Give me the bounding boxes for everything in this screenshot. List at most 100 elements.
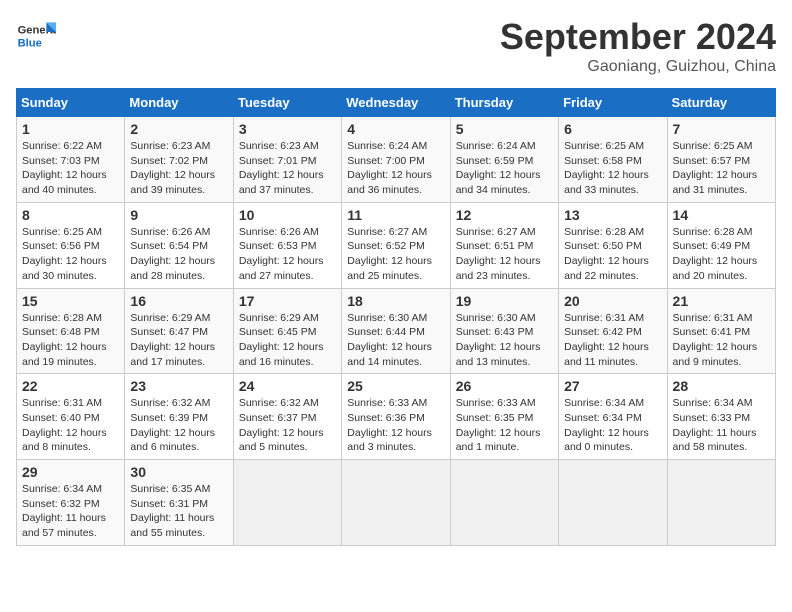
- day-info: Sunrise: 6:34 AM Sunset: 6:34 PM Dayligh…: [564, 396, 661, 455]
- calendar-cell: [667, 460, 775, 546]
- calendar-cell: 10 Sunrise: 6:26 AM Sunset: 6:53 PM Dayli…: [233, 202, 341, 288]
- calendar-cell: 11 Sunrise: 6:27 AM Sunset: 6:52 PM Dayli…: [342, 202, 450, 288]
- calendar-cell: 13Sunrise: 6:28 AM Sunset: 6:50 PM Dayli…: [559, 202, 667, 288]
- logo: General Blue: [16, 16, 60, 56]
- calendar-week-3: 15 Sunrise: 6:28 AM Sunset: 6:48 PM Dayli…: [17, 288, 776, 374]
- day-number: 17: [239, 293, 336, 309]
- day-number: 15: [22, 293, 119, 309]
- day-number: 9: [130, 207, 227, 223]
- day-number: 1: [22, 121, 119, 137]
- calendar-cell: 8 Sunrise: 6:25 AM Sunset: 6:56 PM Daylig…: [17, 202, 125, 288]
- day-number: 30: [130, 464, 227, 480]
- month-title: September 2024: [500, 16, 776, 58]
- day-info: Sunrise: 6:24 AM Sunset: 6:59 PM Dayligh…: [456, 139, 553, 198]
- calendar-cell: 23 Sunrise: 6:32 AM Sunset: 6:39 PM Dayli…: [125, 374, 233, 460]
- day-info: Sunrise: 6:31 AM Sunset: 6:41 PM Dayligh…: [673, 311, 770, 370]
- day-info: Sunrise: 6:27 AM Sunset: 6:51 PM Dayligh…: [456, 225, 553, 284]
- day-info: Sunrise: 6:23 AM Sunset: 7:02 PM Dayligh…: [130, 139, 227, 198]
- day-number: 29: [22, 464, 119, 480]
- day-number: 22: [22, 378, 119, 394]
- day-info: Sunrise: 6:30 AM Sunset: 6:44 PM Dayligh…: [347, 311, 444, 370]
- column-header-tuesday: Tuesday: [233, 89, 341, 117]
- calendar-cell: 2 Sunrise: 6:23 AM Sunset: 7:02 PM Daylig…: [125, 117, 233, 203]
- column-header-sunday: Sunday: [17, 89, 125, 117]
- day-number: 2: [130, 121, 227, 137]
- day-number: 5: [456, 121, 553, 137]
- calendar-week-2: 8 Sunrise: 6:25 AM Sunset: 6:56 PM Daylig…: [17, 202, 776, 288]
- day-number: 23: [130, 378, 227, 394]
- column-header-saturday: Saturday: [667, 89, 775, 117]
- day-info: Sunrise: 6:33 AM Sunset: 6:36 PM Dayligh…: [347, 396, 444, 455]
- calendar-cell: 25 Sunrise: 6:33 AM Sunset: 6:36 PM Dayli…: [342, 374, 450, 460]
- calendar-cell: 21 Sunrise: 6:31 AM Sunset: 6:41 PM Dayli…: [667, 288, 775, 374]
- calendar-cell: 18 Sunrise: 6:30 AM Sunset: 6:44 PM Dayli…: [342, 288, 450, 374]
- calendar-cell: [233, 460, 341, 546]
- day-number: 21: [673, 293, 770, 309]
- calendar-cell: 24Sunrise: 6:32 AM Sunset: 6:37 PM Dayli…: [233, 374, 341, 460]
- day-info: Sunrise: 6:28 AM Sunset: 6:49 PM Dayligh…: [673, 225, 770, 284]
- calendar-header-row: SundayMondayTuesdayWednesdayThursdayFrid…: [17, 89, 776, 117]
- day-info: Sunrise: 6:28 AM Sunset: 6:48 PM Dayligh…: [22, 311, 119, 370]
- calendar-cell: 6 Sunrise: 6:25 AM Sunset: 6:58 PM Daylig…: [559, 117, 667, 203]
- calendar-table: SundayMondayTuesdayWednesdayThursdayFrid…: [16, 88, 776, 546]
- day-number: 4: [347, 121, 444, 137]
- calendar-cell: 20 Sunrise: 6:31 AM Sunset: 6:42 PM Dayli…: [559, 288, 667, 374]
- calendar-cell: 29Sunrise: 6:34 AM Sunset: 6:32 PM Dayli…: [17, 460, 125, 546]
- day-number: 19: [456, 293, 553, 309]
- day-number: 20: [564, 293, 661, 309]
- day-info: Sunrise: 6:29 AM Sunset: 6:45 PM Dayligh…: [239, 311, 336, 370]
- page-header: General Blue September 2024 Gaoniang, Gu…: [16, 16, 776, 76]
- day-number: 3: [239, 121, 336, 137]
- calendar-cell: 1 Sunrise: 6:22 AM Sunset: 7:03 PM Daylig…: [17, 117, 125, 203]
- location: Gaoniang, Guizhou, China: [500, 58, 776, 76]
- day-info: Sunrise: 6:25 AM Sunset: 6:57 PM Dayligh…: [673, 139, 770, 198]
- calendar-cell: 27Sunrise: 6:34 AM Sunset: 6:34 PM Dayli…: [559, 374, 667, 460]
- day-info: Sunrise: 6:33 AM Sunset: 6:35 PM Dayligh…: [456, 396, 553, 455]
- day-info: Sunrise: 6:35 AM Sunset: 6:31 PM Dayligh…: [130, 482, 227, 541]
- day-info: Sunrise: 6:25 AM Sunset: 6:56 PM Dayligh…: [22, 225, 119, 284]
- column-header-thursday: Thursday: [450, 89, 558, 117]
- calendar-cell: 22 Sunrise: 6:31 AM Sunset: 6:40 PM Dayli…: [17, 374, 125, 460]
- day-number: 6: [564, 121, 661, 137]
- calendar-cell: 30 Sunrise: 6:35 AM Sunset: 6:31 PM Dayli…: [125, 460, 233, 546]
- day-info: Sunrise: 6:32 AM Sunset: 6:39 PM Dayligh…: [130, 396, 227, 455]
- title-block: September 2024 Gaoniang, Guizhou, China: [500, 16, 776, 76]
- day-number: 28: [673, 378, 770, 394]
- calendar-week-1: 1 Sunrise: 6:22 AM Sunset: 7:03 PM Daylig…: [17, 117, 776, 203]
- day-number: 18: [347, 293, 444, 309]
- calendar-cell: 12Sunrise: 6:27 AM Sunset: 6:51 PM Dayli…: [450, 202, 558, 288]
- day-number: 14: [673, 207, 770, 223]
- day-info: Sunrise: 6:28 AM Sunset: 6:50 PM Dayligh…: [564, 225, 661, 284]
- day-info: Sunrise: 6:31 AM Sunset: 6:42 PM Dayligh…: [564, 311, 661, 370]
- calendar-cell: [342, 460, 450, 546]
- calendar-cell: 17 Sunrise: 6:29 AM Sunset: 6:45 PM Dayli…: [233, 288, 341, 374]
- svg-text:Blue: Blue: [18, 37, 42, 49]
- day-info: Sunrise: 6:23 AM Sunset: 7:01 PM Dayligh…: [239, 139, 336, 198]
- calendar-cell: 5 Sunrise: 6:24 AM Sunset: 6:59 PM Daylig…: [450, 117, 558, 203]
- day-info: Sunrise: 6:30 AM Sunset: 6:43 PM Dayligh…: [456, 311, 553, 370]
- day-info: Sunrise: 6:34 AM Sunset: 6:33 PM Dayligh…: [673, 396, 770, 455]
- day-number: 7: [673, 121, 770, 137]
- calendar-cell: 3 Sunrise: 6:23 AM Sunset: 7:01 PM Daylig…: [233, 117, 341, 203]
- calendar-cell: 15 Sunrise: 6:28 AM Sunset: 6:48 PM Dayli…: [17, 288, 125, 374]
- calendar-week-4: 22 Sunrise: 6:31 AM Sunset: 6:40 PM Dayli…: [17, 374, 776, 460]
- calendar-cell: 7 Sunrise: 6:25 AM Sunset: 6:57 PM Daylig…: [667, 117, 775, 203]
- day-number: 25: [347, 378, 444, 394]
- day-number: 11: [347, 207, 444, 223]
- day-info: Sunrise: 6:26 AM Sunset: 6:54 PM Dayligh…: [130, 225, 227, 284]
- logo-icon: General Blue: [16, 16, 56, 56]
- day-number: 10: [239, 207, 336, 223]
- column-header-monday: Monday: [125, 89, 233, 117]
- column-header-wednesday: Wednesday: [342, 89, 450, 117]
- calendar-cell: 26Sunrise: 6:33 AM Sunset: 6:35 PM Dayli…: [450, 374, 558, 460]
- day-info: Sunrise: 6:27 AM Sunset: 6:52 PM Dayligh…: [347, 225, 444, 284]
- day-info: Sunrise: 6:24 AM Sunset: 7:00 PM Dayligh…: [347, 139, 444, 198]
- day-info: Sunrise: 6:25 AM Sunset: 6:58 PM Dayligh…: [564, 139, 661, 198]
- day-info: Sunrise: 6:26 AM Sunset: 6:53 PM Dayligh…: [239, 225, 336, 284]
- calendar-week-5: 29Sunrise: 6:34 AM Sunset: 6:32 PM Dayli…: [17, 460, 776, 546]
- day-info: Sunrise: 6:22 AM Sunset: 7:03 PM Dayligh…: [22, 139, 119, 198]
- day-number: 8: [22, 207, 119, 223]
- day-info: Sunrise: 6:31 AM Sunset: 6:40 PM Dayligh…: [22, 396, 119, 455]
- day-info: Sunrise: 6:29 AM Sunset: 6:47 PM Dayligh…: [130, 311, 227, 370]
- calendar-cell: 19 Sunrise: 6:30 AM Sunset: 6:43 PM Dayli…: [450, 288, 558, 374]
